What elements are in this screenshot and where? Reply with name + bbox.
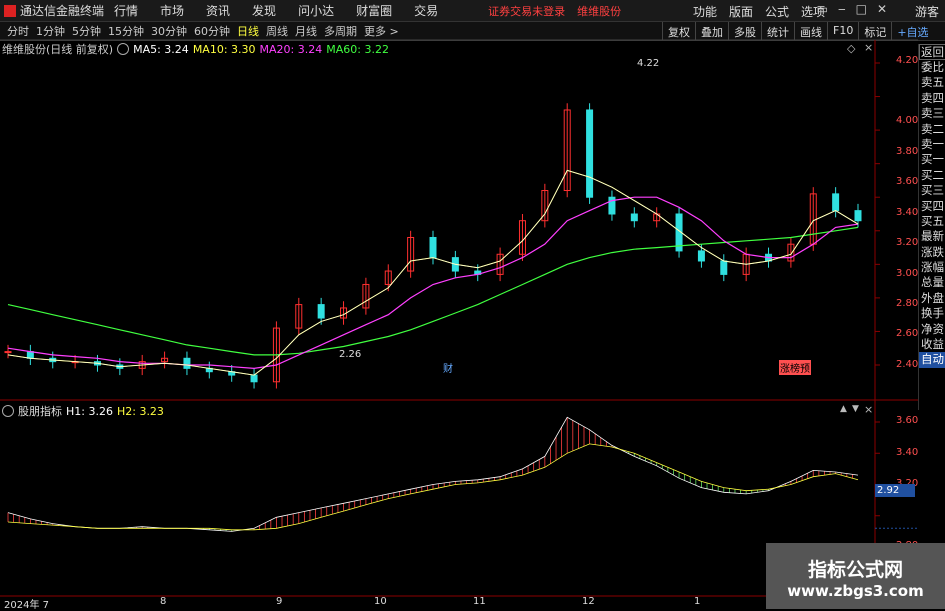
panel-settings-icon[interactable]: ◇ [847,42,855,55]
candle-body [697,250,705,262]
panel-close-icon[interactable]: × [864,41,873,54]
date-tick: 12 [582,596,595,607]
ma5-line [7,169,859,376]
sub-tick: 3.40 [896,447,919,458]
candle-body [4,351,12,354]
ma60-label: MA60: 3.22 [326,42,389,56]
indicator-name[interactable]: 股朋指标 [18,403,62,419]
date-tick: 9 [276,596,283,607]
candle-body [630,213,638,222]
price-tick: 2.40 [896,359,919,370]
ma20-line [7,196,859,370]
low-price-label: 2.26 [339,349,362,360]
watermark: 指标公式网 www.zbgs3.com [766,543,945,609]
h1-label: H1: 3.26 [66,404,113,418]
date-tick: 10 [374,596,387,607]
ma10-line [7,169,859,376]
watermark-url: www.zbgs3.com [787,582,924,600]
candle-body [183,357,191,369]
h2-label: H2: 3.23 [116,404,164,418]
sub-chart-legend: 股朋指标 H1: 3.26 H2: 3.23 [2,403,168,419]
price-tick: 3.60 [896,176,919,187]
date-tick: 1 [694,596,701,607]
candle-body [720,260,728,275]
finance-marker[interactable]: 财 [443,360,453,375]
watermark-title: 指标公式网 [807,559,903,581]
candle-body [26,351,34,359]
panel-up-icon[interactable]: ▲ [840,404,847,414]
price-tick: 3.00 [896,268,919,279]
indicator-settings-icon[interactable] [2,405,14,417]
candle-body [586,109,594,198]
date-tick: 8 [160,596,167,607]
sub-tick: 3.60 [896,415,919,426]
price-tick: 3.40 [896,207,919,218]
candle-body [317,304,325,319]
ma5-label: MA5: 3.24 [133,42,189,56]
h1-line [7,416,859,532]
price-tick: 4.20 [896,55,919,66]
current-value-tag: 2.92 [875,484,915,497]
price-tick: 4.00 [896,115,919,126]
price-tick: 3.80 [896,146,919,157]
price-tick: 3.20 [896,237,919,248]
candle-body [250,374,258,383]
chart-canvas[interactable] [0,0,945,609]
candle-body [832,193,840,212]
ma10-label: MA10: 3.30 [192,42,256,56]
main-chart-legend: 维维股份(日线 前复权) MA5: 3.24 MA10: 3.30 MA20: … [2,41,393,57]
high-price-label: 4.22 [637,58,660,69]
candle-body [854,210,862,222]
sub-panel-close-icon[interactable]: × [864,403,873,416]
price-tick: 2.60 [896,328,919,339]
ma20-label: MA20: 3.24 [259,42,323,56]
date-tick: 11 [473,596,486,607]
limit-up-marker[interactable]: 涨榜预 [779,360,811,375]
price-tick: 2.80 [896,298,919,309]
stock-name[interactable]: 维维股份(日线 前复权) [2,41,113,57]
settings-icon[interactable] [117,43,130,55]
panel-down-icon[interactable]: ▼ [852,404,859,414]
candle-body [429,236,437,259]
